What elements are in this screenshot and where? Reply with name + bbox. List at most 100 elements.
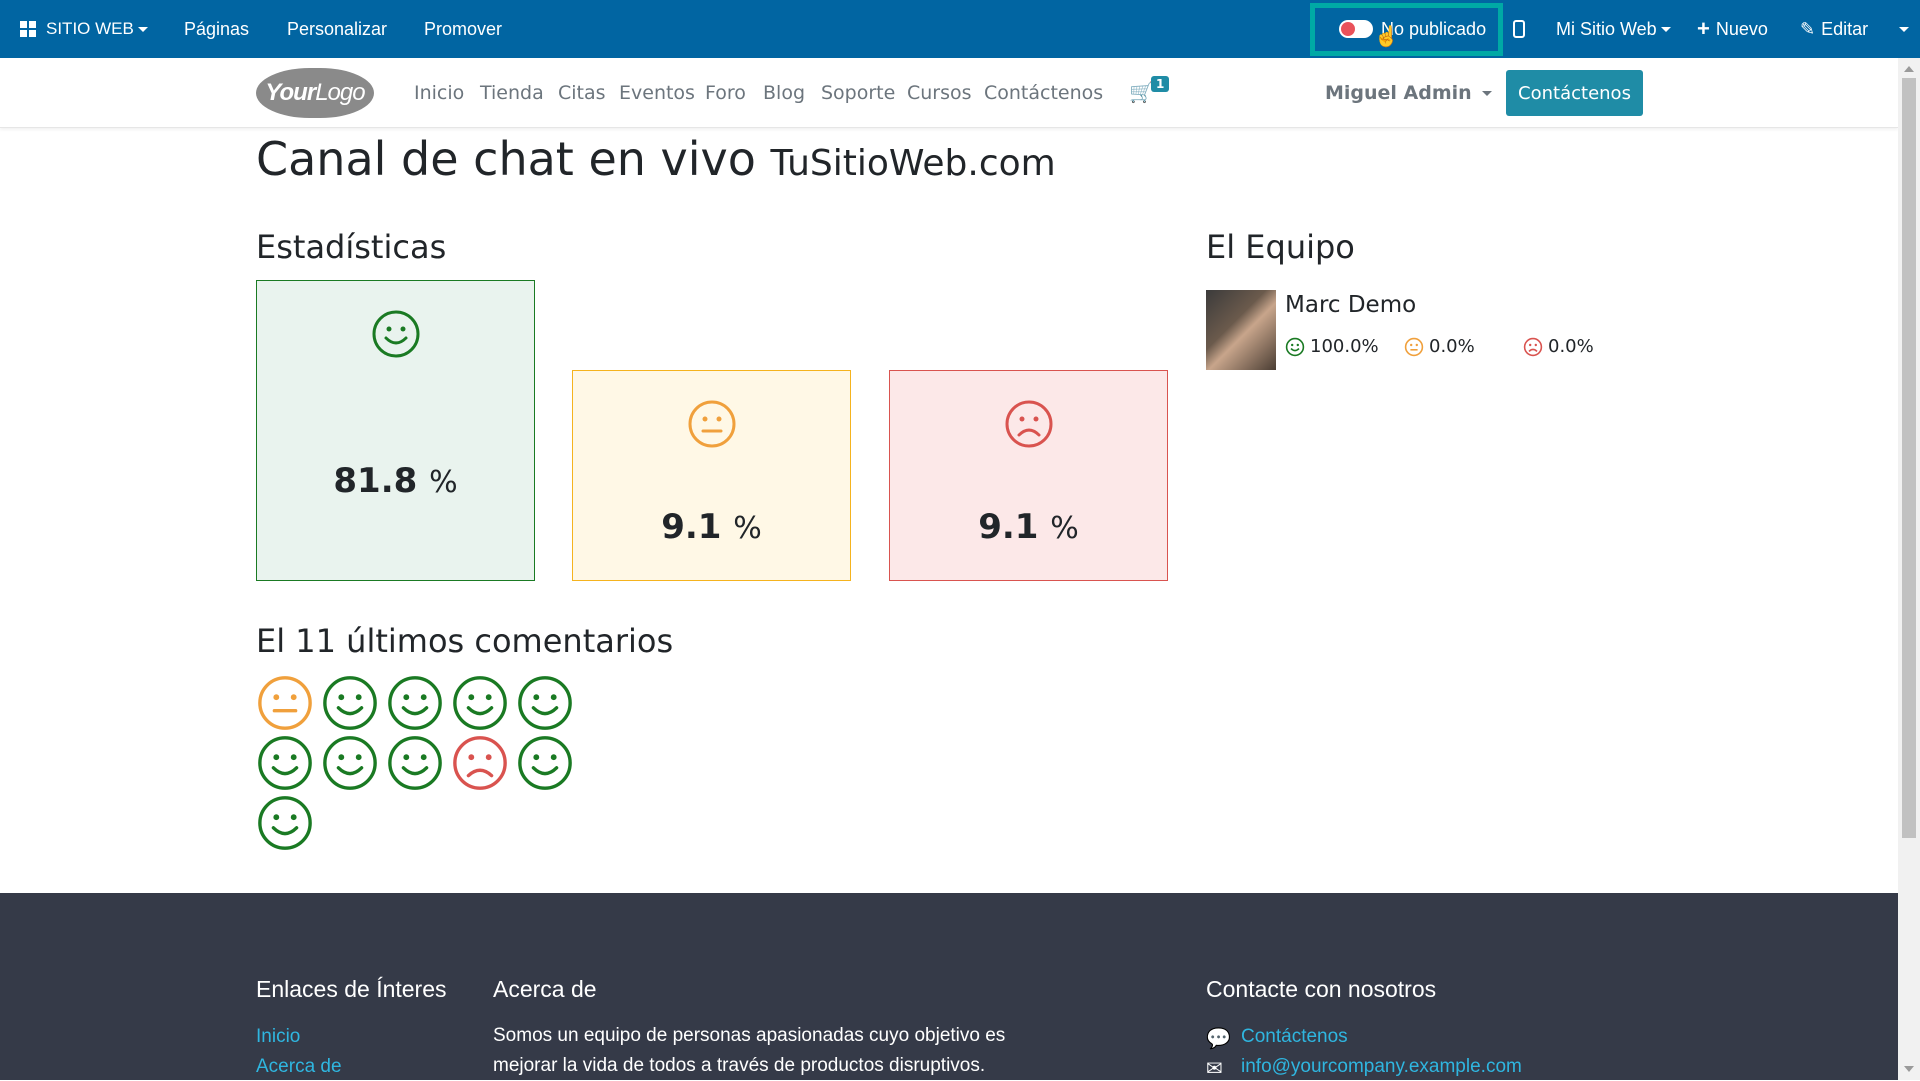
footer-contact-heading: Contacte con nosotros: [1206, 976, 1437, 1002]
stat-unit: %: [733, 511, 762, 546]
logo-text: Logo: [315, 79, 365, 106]
my-site-label: Mi Sitio Web: [1556, 18, 1657, 39]
stat-value-happy: 81.8 %: [257, 461, 534, 501]
smile-icon: [453, 676, 507, 730]
stat-value-sad: 9.1 %: [890, 507, 1167, 547]
logo-text-bold: Your: [265, 79, 316, 106]
cart-count-badge: 1: [1151, 76, 1170, 92]
team-stat-happy: 100.0%: [1285, 336, 1379, 357]
hand-cursor-icon: ☝: [1374, 26, 1399, 48]
footer-email-link[interactable]: info@yourcompany.example.com: [1241, 1056, 1522, 1078]
envelope-icon: ✉: [1206, 1058, 1223, 1080]
smile-icon: [518, 676, 572, 730]
footer-link-inicio[interactable]: Inicio: [256, 1026, 300, 1048]
user-menu[interactable]: Miguel Admin: [1325, 58, 1492, 128]
chevron-down-icon: [1481, 90, 1492, 96]
pencil-icon: ✎: [1800, 18, 1816, 39]
new-button[interactable]: + Nuevo: [1697, 0, 1768, 58]
footer-links-heading: Enlaces de Ínteres: [256, 976, 447, 1002]
mobile-preview-button[interactable]: [1513, 0, 1525, 58]
chevron-down-icon: [137, 26, 148, 32]
team-stat-sad: 0.0%: [1523, 336, 1594, 357]
stats-heading: Estadísticas: [256, 228, 447, 266]
toggle-switch-icon[interactable]: [1339, 20, 1373, 38]
site-menu-label: SITIO WEB: [46, 19, 134, 38]
neutral-face-icon: [1404, 337, 1424, 356]
more-menu[interactable]: [1895, 0, 1909, 58]
apps-grid-icon: [20, 21, 36, 37]
my-site-menu[interactable]: Mi Sitio Web: [1556, 0, 1671, 58]
chat-bubble-icon: 💬: [1206, 1028, 1231, 1050]
team-stat-happy-value: 100.0%: [1310, 336, 1379, 357]
team-stat-neutral: 0.0%: [1404, 336, 1475, 357]
page-subtitle: TuSitioWeb.com: [770, 143, 1056, 184]
contact-us-button[interactable]: Contáctenos: [1506, 70, 1643, 116]
customize-menu[interactable]: Personalizar: [287, 0, 387, 58]
footer-about-heading: Acerca de: [493, 976, 597, 1002]
nav-link-soporte[interactable]: Soporte: [821, 58, 895, 128]
nav-link-inicio[interactable]: Inicio: [414, 58, 464, 128]
smile-icon: [258, 796, 312, 850]
neutral-face-icon: [258, 676, 312, 730]
edit-button[interactable]: ✎ Editar: [1800, 0, 1868, 58]
frown-icon: [453, 736, 507, 790]
scroll-up-icon[interactable]: [1904, 66, 1914, 72]
smile-icon: [323, 736, 377, 790]
stat-number: 81.8: [333, 461, 418, 501]
site-navbar: Your Logo Inicio Tienda Citas Eventos For…: [0, 58, 1898, 128]
page-title: Canal de chat en vivo TuSitioWeb.com: [256, 132, 1056, 186]
stat-number: 9.1: [978, 507, 1039, 547]
scroll-thumb[interactable]: [1902, 78, 1916, 838]
stat-unit: %: [429, 465, 458, 500]
team-member-name: Marc Demo: [1285, 292, 1417, 318]
nav-link-contactenos[interactable]: Contáctenos: [984, 58, 1103, 128]
edit-label: Editar: [1821, 18, 1869, 39]
stat-number: 9.1: [661, 507, 722, 547]
chevron-down-icon: [1660, 26, 1671, 32]
site-menu[interactable]: SITIO WEB: [20, 0, 148, 58]
stat-unit: %: [1050, 511, 1079, 546]
mobile-icon: [1513, 20, 1525, 38]
team-heading: El Equipo: [1206, 228, 1355, 266]
frown-icon: [1523, 337, 1543, 356]
footer-about-line: mejorar la vida de todos a través de pro…: [493, 1055, 986, 1076]
nav-link-eventos[interactable]: Eventos: [619, 58, 695, 128]
pages-menu[interactable]: Páginas: [184, 0, 249, 58]
smile-icon: [323, 676, 377, 730]
team-member-avatar: [1206, 290, 1276, 370]
nav-link-blog[interactable]: Blog: [763, 58, 805, 128]
smile-icon: [258, 736, 312, 790]
page-scrollbar[interactable]: [1898, 58, 1920, 1080]
nav-link-citas[interactable]: Citas: [558, 58, 606, 128]
footer-contact-link[interactable]: Contáctenos: [1241, 1026, 1348, 1048]
plus-icon: +: [1697, 16, 1710, 41]
nav-link-tienda[interactable]: Tienda: [480, 58, 544, 128]
stat-card-happy: 81.8 %: [256, 280, 535, 581]
frown-icon: [1005, 400, 1052, 448]
footer-about-text: Somos un equipo de personas apasionadas …: [493, 1021, 1005, 1081]
smile-icon: [388, 676, 442, 730]
neutral-face-icon: [688, 400, 735, 448]
footer-about-line: Somos un equipo de personas apasionadas …: [493, 1025, 1006, 1046]
site-logo[interactable]: Your Logo: [256, 68, 374, 118]
footer-link-acerca[interactable]: Acerca de: [256, 1056, 342, 1078]
new-label: Nuevo: [1715, 18, 1768, 39]
promote-menu[interactable]: Promover: [424, 0, 502, 58]
chevron-down-icon: [1899, 26, 1909, 32]
stat-card-sad: 9.1 %: [889, 370, 1168, 581]
page-title-text: Canal de chat en vivo: [256, 132, 756, 186]
stat-card-neutral: 9.1 %: [572, 370, 851, 581]
smile-icon: [372, 310, 419, 358]
nav-link-cursos[interactable]: Cursos: [907, 58, 972, 128]
nav-link-foro[interactable]: Foro: [705, 58, 746, 128]
scroll-down-icon[interactable]: [1904, 1066, 1914, 1072]
user-name: Miguel Admin: [1325, 82, 1472, 104]
publish-toggle[interactable]: No publicado: [1339, 0, 1486, 58]
admin-topbar: SITIO WEB Páginas Personalizar Promover …: [0, 0, 1920, 58]
team-stat-neutral-value: 0.0%: [1429, 336, 1475, 357]
stat-value-neutral: 9.1 %: [573, 507, 850, 547]
smile-icon: [1285, 337, 1305, 356]
smile-icon: [518, 736, 572, 790]
comments-heading: El 11 últimos comentarios: [256, 622, 674, 660]
team-stat-sad-value: 0.0%: [1548, 336, 1594, 357]
